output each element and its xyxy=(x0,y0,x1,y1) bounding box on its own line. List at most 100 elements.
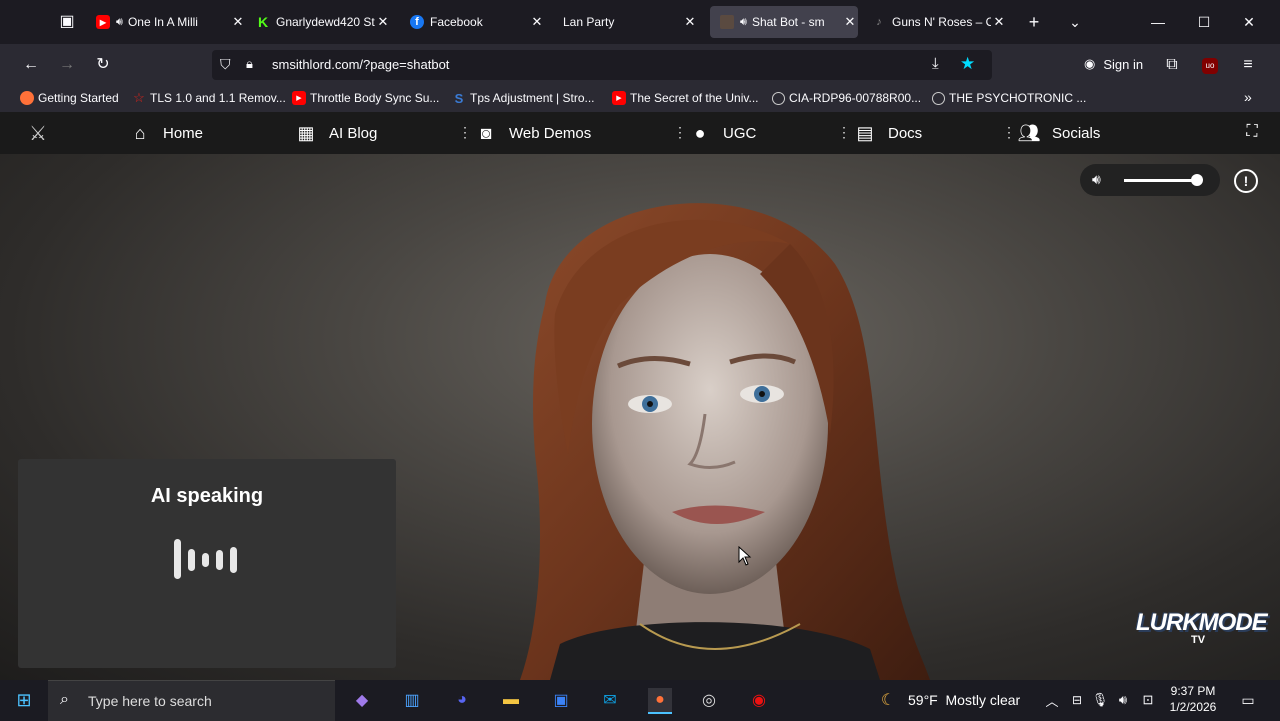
more-icon[interactable]: ⋮ xyxy=(458,124,472,141)
tab-title: Lan Party xyxy=(563,15,615,29)
nav-docs[interactable]: ▤ Docs xyxy=(853,121,922,145)
close-tab-icon[interactable]: ✕ xyxy=(375,14,391,30)
avatar-stage: 🔊︎ ! AI speaking LURKMODE TV xyxy=(0,154,1280,680)
nav-ugc[interactable]: ● UGC xyxy=(688,121,757,145)
tab-2[interactable]: K Gnarlydewd420 St ✕ xyxy=(256,6,391,38)
speaker-icon[interactable]: 🔊︎ xyxy=(740,16,747,29)
facebook-icon: f xyxy=(410,15,424,29)
volume-slider-knob[interactable] xyxy=(1190,174,1203,186)
reload-icon[interactable]: ↻ xyxy=(91,53,115,77)
shield-icon[interactable]: ⛉ xyxy=(220,56,231,73)
tray-chevron-up-icon[interactable]: ︿ xyxy=(1040,688,1064,712)
notifications-icon[interactable]: ▭ xyxy=(1236,688,1260,712)
volume-slider-track[interactable] xyxy=(1124,174,1203,186)
bookmark-item[interactable]: THE PSYCHOTRONIC ... xyxy=(932,91,1086,105)
obs-icon[interactable]: ◉ xyxy=(747,688,771,712)
more-icon[interactable]: ⋮ xyxy=(1002,124,1016,141)
ublock-icon[interactable]: uo xyxy=(1202,58,1218,74)
nav-web-demos[interactable]: ◙ Web Demos xyxy=(474,121,592,145)
firefox-taskbar-icon[interactable]: ● xyxy=(648,688,672,714)
music-icon: ♪ xyxy=(876,16,882,28)
extensions-icon[interactable]: ⧉ xyxy=(1160,53,1184,77)
bookmark-item[interactable]: Getting Started xyxy=(20,91,119,105)
network-icon[interactable]: ⊡ xyxy=(1136,688,1160,712)
bookmark-item[interactable]: ▶ Throttle Body Sync Su... xyxy=(292,91,439,105)
bookmarks-toolbar: Getting Started ☆ TLS 1.0 and 1.1 Remov.… xyxy=(0,86,1280,112)
clock[interactable]: 9:37 PM 1/2/2026 xyxy=(1162,683,1224,715)
tray-device-icon[interactable]: ⊟ xyxy=(1065,688,1089,712)
audio-wave-bar xyxy=(230,547,237,573)
more-icon[interactable]: ⋮ xyxy=(837,124,851,141)
weather-text[interactable]: 59°F Mostly clear xyxy=(908,692,1020,708)
bookmark-item[interactable]: ▶ The Secret of the Univ... xyxy=(612,91,759,105)
sign-in-button[interactable]: ◉ Sign in xyxy=(1084,56,1143,72)
close-tab-icon[interactable]: ✕ xyxy=(682,14,698,30)
tab-6[interactable]: ♪ Guns N' Roses – O ✕ xyxy=(872,6,1007,38)
store-icon[interactable]: ▣ xyxy=(549,688,573,712)
watermark-logo: LURKMODE TV xyxy=(1136,609,1268,657)
task-view-icon[interactable]: ▥ xyxy=(400,688,424,712)
nav-socials[interactable]: 👥︎ Socials xyxy=(1017,121,1101,145)
alert-icon[interactable]: ! xyxy=(1234,169,1258,193)
youtube-icon: ▶ xyxy=(612,91,626,105)
bookmark-label: The Secret of the Univ... xyxy=(630,91,759,105)
nav-ai-blog[interactable]: ▦ AI Blog xyxy=(294,121,377,145)
url-bar[interactable]: ⛉ 🔒︎ smsithlord.com/?page=shatbot ⤓ ★ xyxy=(212,50,992,80)
close-tab-icon[interactable]: ✕ xyxy=(842,14,858,30)
windows-taskbar: ⊞ ⌕ Type here to search ◆ ▥ ◕ ▬ ▣ ✉ ● ◎ … xyxy=(0,680,1280,721)
site-logo[interactable]: ⚔︎ xyxy=(26,121,61,145)
star-icon: ☆ xyxy=(133,90,145,105)
fullscreen-icon[interactable]: ⛶ xyxy=(1240,120,1264,144)
youtube-icon: ▶ xyxy=(292,91,306,105)
steam-icon[interactable]: ◎ xyxy=(697,688,721,712)
taskbar-search-box[interactable]: ⌕ Type here to search xyxy=(48,680,335,721)
kick-icon: K xyxy=(257,14,269,30)
tab-5-active[interactable]: 🔊︎ Shat Bot - sm ✕ xyxy=(710,6,858,38)
speaker-tray-icon[interactable]: 🔊︎ xyxy=(1111,688,1135,712)
list-tabs-chevron-icon[interactable]: ⌄ xyxy=(1063,10,1087,34)
tab-3[interactable]: f Facebook ✕ xyxy=(410,6,545,38)
copilot-icon[interactable]: ◆ xyxy=(350,688,374,712)
bookmark-item[interactable]: S Tps Adjustment | Stro... xyxy=(452,91,595,106)
discord-icon[interactable]: ◕ xyxy=(450,688,474,712)
lock-icon[interactable]: 🔒︎ xyxy=(246,56,253,72)
audio-wave-bar xyxy=(202,553,209,567)
close-tab-icon[interactable]: ✕ xyxy=(529,14,545,30)
bookmark-item[interactable]: CIA-RDP96-00788R00... xyxy=(772,91,921,105)
nav-label: UGC xyxy=(723,124,757,142)
nav-label: AI Blog xyxy=(329,124,378,142)
outlook-icon[interactable]: ✉ xyxy=(598,688,622,712)
clock-date: 1/2/2026 xyxy=(1169,700,1217,714)
tab-title: Gnarlydewd420 St xyxy=(276,15,375,29)
close-window-icon[interactable]: ✕ xyxy=(1237,10,1261,34)
file-explorer-icon[interactable]: ▬ xyxy=(499,688,523,712)
back-icon[interactable]: ← xyxy=(19,53,43,77)
download-page-icon[interactable]: ⤓ xyxy=(932,55,939,72)
more-icon[interactable]: ⋮ xyxy=(673,124,687,141)
microphone-icon[interactable]: 🎙︎ xyxy=(1088,688,1112,712)
close-tab-icon[interactable]: ✕ xyxy=(230,14,246,30)
speaker-icon[interactable]: 🔊︎ xyxy=(116,16,123,29)
volume-icon[interactable]: 🔊︎ xyxy=(1092,171,1101,188)
menu-icon[interactable]: ≡ xyxy=(1236,53,1260,77)
bookmark-item[interactable]: ☆ TLS 1.0 and 1.1 Remov... xyxy=(132,90,286,105)
new-tab-icon[interactable]: + xyxy=(1022,10,1046,34)
search-icon: ⌕ xyxy=(60,691,69,708)
nav-home[interactable]: ⌂ Home xyxy=(128,121,203,145)
minimize-icon[interactable]: — xyxy=(1146,10,1170,34)
clock-time: 9:37 PM xyxy=(1170,684,1216,698)
site-navbar: ⚔︎ ⌂ Home ▦ AI Blog ⋮ ◙ Web Demos ⋮ ● UG… xyxy=(0,112,1280,154)
volume-slider-fill xyxy=(1124,179,1197,182)
windows-start-icon[interactable]: ⊞ xyxy=(12,688,36,712)
more-bookmarks-icon[interactable]: » xyxy=(1244,89,1252,105)
maximize-icon[interactable]: ☐ xyxy=(1192,10,1216,34)
globe-icon xyxy=(772,91,785,105)
close-tab-icon[interactable]: ✕ xyxy=(991,14,1007,30)
tab-list-icon[interactable]: ▣ xyxy=(55,10,79,34)
tab-4[interactable]: Lan Party ✕ xyxy=(563,6,698,38)
bookmark-label: Tps Adjustment | Stro... xyxy=(470,91,595,105)
bookmark-star-icon[interactable]: ★ xyxy=(960,54,975,74)
forward-icon[interactable]: → xyxy=(55,53,79,77)
url-text[interactable]: smsithlord.com/?page=shatbot xyxy=(272,57,449,72)
tab-1[interactable]: ▶ 🔊︎ One In A Milli ✕ xyxy=(96,6,246,38)
